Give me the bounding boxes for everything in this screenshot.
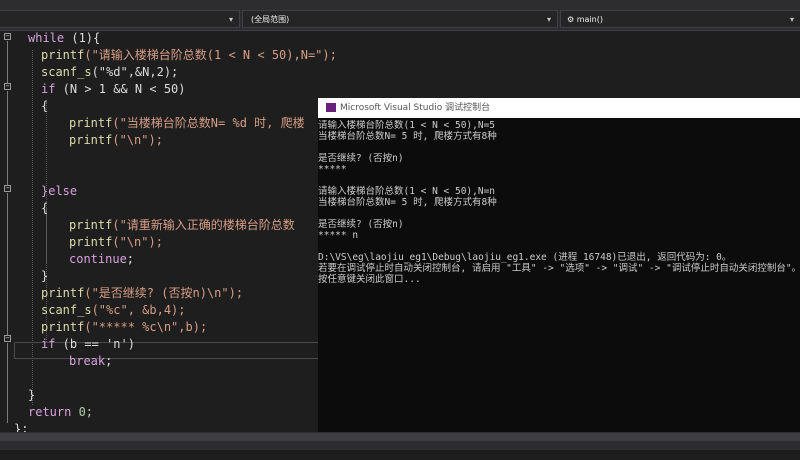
fold-collapse-icon[interactable]: −: [4, 335, 11, 342]
visual-studio-icon: [326, 103, 336, 112]
project-dropdown[interactable]: ▾: [0, 10, 240, 28]
code-line[interactable]: }: [28, 387, 35, 404]
horizontal-scrollbar[interactable]: [0, 433, 800, 441]
console-line: 当楼梯台阶总数N= 5 时, 爬楼方式有8种: [318, 197, 497, 208]
function-dropdown[interactable]: ⚙ main() ▾: [560, 10, 800, 28]
code-line[interactable]: scanf_s("%d",&N,2);: [41, 64, 178, 81]
console-line: 当楼梯台阶总数N= 5 时, 爬楼方式有8种: [318, 131, 497, 142]
console-line: *****: [318, 164, 347, 175]
chevron-down-icon: ▾: [228, 15, 233, 24]
code-line[interactable]: continue;: [69, 251, 134, 268]
fold-line: [7, 41, 8, 83]
console-line: 若要在调试停止时自动关闭控制台, 请启用 "工具" -> "选项" -> "调试…: [318, 263, 800, 274]
gear-icon: ⚙: [567, 15, 575, 24]
code-line[interactable]: {: [41, 200, 48, 217]
console-title-bar[interactable]: Microsoft Visual Studio 调试控制台: [318, 98, 800, 118]
console-line: 按任意键关闭此窗口...: [318, 274, 421, 285]
fold-line: [7, 193, 8, 335]
code-line[interactable]: }: [41, 268, 48, 285]
chevron-down-icon: ▾: [546, 15, 551, 24]
code-line[interactable]: printf("请输入楼梯台阶总数(1 < N < 50),N=");: [41, 47, 337, 64]
function-dropdown-value: ⚙ main(): [567, 15, 603, 24]
code-line[interactable]: if (b == 'n'): [41, 336, 135, 353]
code-line[interactable]: if (N > 1 && N < 50): [41, 81, 186, 98]
line-gutter: [0, 60, 24, 460]
chevron-down-icon: ▾: [789, 15, 794, 24]
console-line: D:\VS\eg\laojiu_eg1\Debug\laojiu_eg1.exe…: [318, 252, 732, 263]
fold-collapse-icon[interactable]: −: [4, 185, 11, 192]
fold-line: [7, 91, 8, 185]
code-line[interactable]: printf("是否继续? (否按n)\n");: [41, 285, 243, 302]
console-line: 是否继续? (否按n): [318, 153, 404, 164]
code-line[interactable]: scanf_s("%c", &b,4);: [41, 302, 186, 319]
scope-dropdown-value: (全局范围): [251, 15, 290, 24]
debug-console-window[interactable]: Microsoft Visual Studio 调试控制台 请输入楼梯台阶总数(…: [318, 98, 800, 432]
code-line[interactable]: return 0;: [28, 404, 93, 421]
console-title: Microsoft Visual Studio 调试控制台: [340, 103, 491, 113]
scope-dropdown[interactable]: (全局范围) ▾: [242, 10, 558, 28]
code-line[interactable]: printf("请重新输入正确的楼梯台阶总数: [69, 217, 295, 234]
console-line: 请输入楼梯台阶总数(1 < N < 50),N=5: [318, 120, 496, 131]
fold-collapse-icon[interactable]: −: [4, 33, 11, 40]
console-line: 是否继续? (否按n): [318, 219, 404, 230]
code-line[interactable]: }else: [41, 183, 77, 200]
code-line[interactable]: printf("\n");: [69, 132, 163, 149]
fold-collapse-icon[interactable]: −: [4, 83, 11, 90]
console-line: 请输入楼梯台阶总数(1 < N < 50),N=n: [318, 186, 496, 197]
code-line[interactable]: break;: [69, 353, 112, 370]
editor-navigation-bar: ▾ (全局范围) ▾ ⚙ main() ▾: [0, 0, 800, 31]
console-line: ***** n: [318, 230, 359, 241]
code-line[interactable]: {: [41, 98, 48, 115]
code-line[interactable]: while (1){: [28, 30, 100, 47]
console-output: 请输入楼梯台阶总数(1 < N < 50),N=5 当楼梯台阶总数N= 5 时,…: [318, 120, 800, 432]
code-line[interactable]: printf("当楼梯台阶总数N= %d 时, 爬楼: [69, 115, 305, 132]
code-line[interactable]: printf("\n");: [69, 234, 163, 251]
code-line[interactable]: printf("***** %c\n",b);: [41, 319, 207, 336]
fold-line: [7, 343, 8, 423]
